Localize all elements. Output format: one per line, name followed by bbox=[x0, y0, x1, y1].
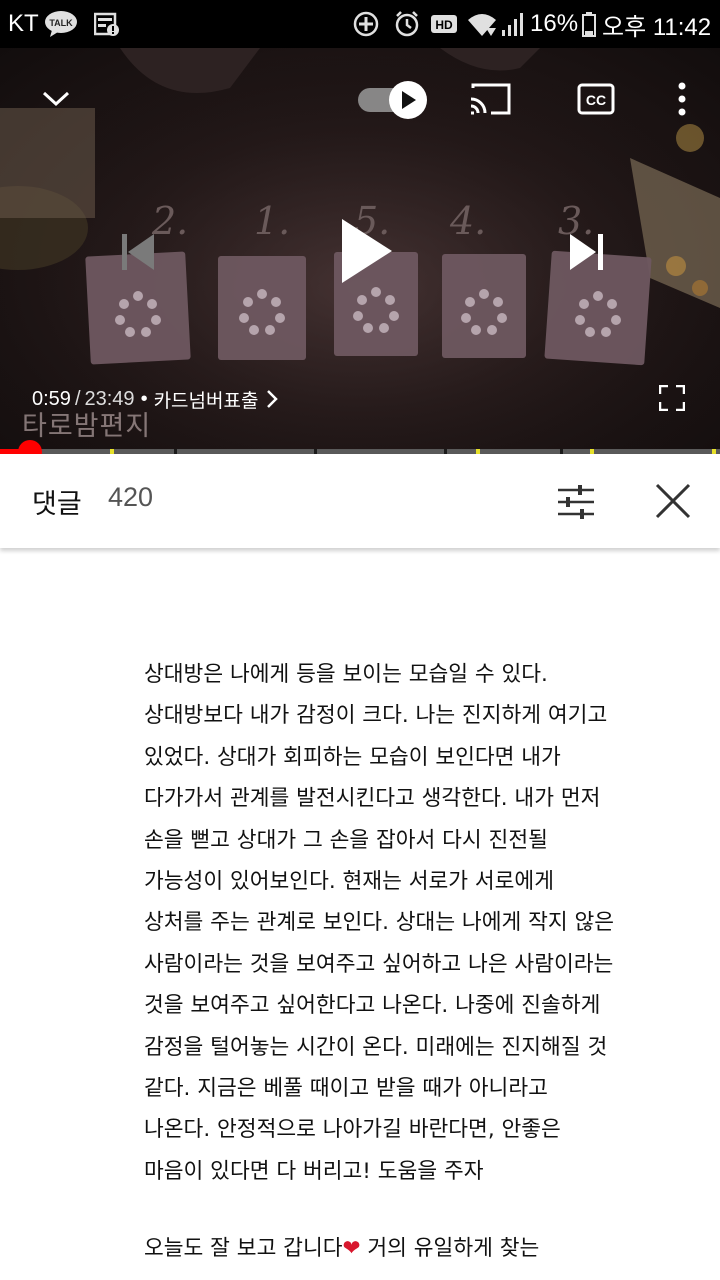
comment-line: 상대방은 나에게 등을 보이는 모습일 수 있다. bbox=[144, 662, 548, 687]
chapter-title[interactable]: 카드넘버표출 bbox=[154, 386, 259, 413]
close-comments-button[interactable] bbox=[650, 478, 696, 524]
status-bar: KT TALK HD 16% 오후 11:42 bbox=[0, 0, 720, 48]
filter-sort-icon bbox=[558, 485, 594, 519]
news-icon bbox=[94, 0, 120, 48]
previous-button[interactable] bbox=[104, 224, 168, 280]
battery-percent: 16% bbox=[530, 10, 579, 37]
sync-icon bbox=[352, 0, 380, 48]
comment-line: 마음이 있다면 다 버리고! 도움을 주자 bbox=[144, 1158, 484, 1184]
comments-title: 댓글 bbox=[32, 489, 82, 520]
comment-line: 있었다. 상대가 회피하는 모습이 보인다면 내가 bbox=[144, 744, 561, 770]
collapse-button[interactable] bbox=[34, 80, 78, 116]
sort-comments-button[interactable] bbox=[552, 480, 600, 524]
skip-next-icon bbox=[570, 234, 603, 270]
heart-icon: ❤ bbox=[342, 1236, 361, 1262]
channel-watermark: 타로밤편지 bbox=[22, 411, 152, 442]
hd-icon: HD bbox=[430, 0, 458, 48]
svg-text:TALK: TALK bbox=[49, 18, 73, 28]
comment-text-segment: 거의 유일하게 찾는 bbox=[360, 1236, 540, 1262]
card-label: 1. bbox=[254, 199, 290, 243]
close-icon bbox=[655, 483, 691, 519]
alarm-icon bbox=[394, 0, 420, 48]
autoplay-toggle-icon bbox=[358, 81, 427, 119]
kakaotalk-icon: TALK bbox=[44, 0, 78, 48]
comment-line: 상대방보다 내가 감정이 크다. 나는 진지하게 여기고 bbox=[144, 703, 608, 729]
comment-line: 것을 보여주고 싶어한다고 나온다. 나중에 진솔하게 bbox=[144, 993, 601, 1019]
comment-line: 감정을 털어놓는 시간이 온다. 미래에는 진지해질 것 bbox=[144, 1034, 608, 1060]
play-icon bbox=[342, 219, 392, 283]
video-player[interactable]: 2. 1. 5. 4. 3. CC 0:59 / 23:49 • 카드넘버표출 bbox=[0, 48, 720, 450]
skip-previous-icon bbox=[122, 234, 154, 270]
autoplay-toggle[interactable] bbox=[356, 80, 430, 120]
chevron-right-icon[interactable] bbox=[266, 389, 279, 409]
cast-button[interactable] bbox=[466, 78, 516, 120]
next-button[interactable] bbox=[556, 224, 620, 280]
cc-icon: CC bbox=[577, 83, 615, 115]
cast-icon bbox=[470, 83, 511, 115]
comments-count: 420 bbox=[108, 482, 154, 512]
comment-text: 상대방은 나에게 등을 보이는 모습일 수 있다. 상대방보다 내가 감정이 크… bbox=[144, 654, 704, 1270]
signal-icon bbox=[500, 0, 526, 48]
svg-text:CC: CC bbox=[586, 92, 606, 108]
card-label: 4. bbox=[449, 199, 486, 243]
comment-line: 상처를 주는 관계로 보인다. 상대는 나에게 작지 않은 bbox=[144, 910, 615, 936]
play-button[interactable] bbox=[326, 208, 406, 294]
comments-header: 댓글 420 bbox=[0, 454, 720, 548]
comment-line: 손을 뻗고 상대가 그 손을 잡아서 다시 진전될 bbox=[144, 827, 548, 853]
comment-text-segment: 오늘도 잘 보고 갑니다 bbox=[144, 1236, 343, 1262]
status-clock: 오후 11:42 bbox=[602, 13, 712, 41]
comment-line: 같다. 지금은 베풀 때이고 받을 때가 아니라고 bbox=[144, 1076, 548, 1102]
svg-text:HD: HD bbox=[435, 18, 453, 32]
comment-line: 가능성이 있어보인다. 현재는 서로가 서로에게 bbox=[144, 869, 554, 895]
captions-button[interactable]: CC bbox=[572, 78, 620, 120]
wifi-icon bbox=[466, 0, 498, 48]
battery-icon bbox=[582, 0, 596, 48]
comment-line: 오늘도 잘 보고 갑니다❤ 거의 유일하게 찾는 bbox=[144, 1228, 704, 1269]
carrier-label: KT bbox=[8, 10, 39, 37]
comment-line: 다가가서 관계를 발전시킨다고 생각한다. 내가 먼저 bbox=[144, 786, 601, 812]
comment-line: 사람이라는 것을 보여주고 싶어하고 나은 사람이라는 bbox=[144, 951, 614, 977]
more-vert-icon bbox=[678, 82, 686, 116]
more-options-button[interactable] bbox=[664, 76, 700, 122]
fullscreen-icon bbox=[659, 385, 685, 411]
chevron-down-icon bbox=[42, 91, 70, 107]
fullscreen-button[interactable] bbox=[652, 378, 692, 418]
comment-line: 나온다. 안정적으로 나아가길 바란다면, 안좋은 bbox=[144, 1117, 561, 1143]
